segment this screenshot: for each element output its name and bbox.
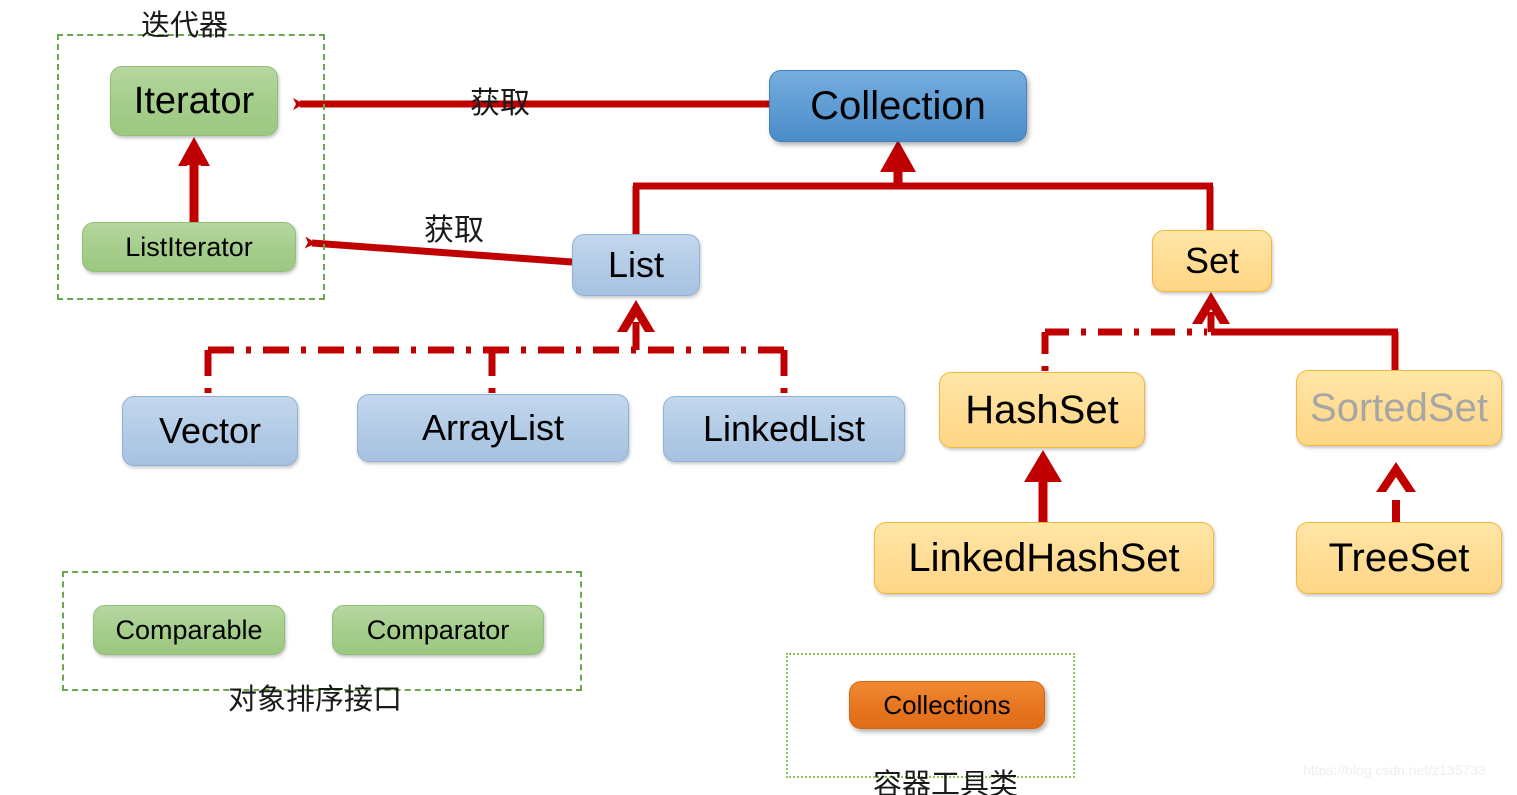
group-sorting-label: 对象排序接口 [228, 682, 403, 716]
edge-sortedset-to-set [1211, 328, 1399, 372]
group-iterator-label: 迭代器 [141, 8, 229, 42]
edge-label-collection-to-iterator: 获取 [470, 86, 530, 121]
edge-linkedhashset-to-hashset [1024, 450, 1062, 522]
edge-label-list-to-listiterator: 获取 [424, 213, 484, 248]
node-linked-hash-set[interactable]: LinkedHashSet [874, 522, 1214, 594]
node-collection-label: Collection [810, 83, 986, 128]
edge-treeset-to-sortedset [1376, 462, 1416, 522]
node-comparable[interactable]: Comparable [93, 605, 285, 655]
node-linked-list[interactable]: LinkedList [663, 396, 905, 462]
node-hash-set[interactable]: HashSet [939, 372, 1145, 448]
node-hash-set-label: HashSet [965, 387, 1119, 432]
watermark-text: https://blog.csdn.net/z135733 [1303, 762, 1486, 778]
node-comparable-label: Comparable [115, 614, 263, 645]
node-vector[interactable]: Vector [122, 396, 298, 466]
node-vector-label: Vector [158, 410, 262, 451]
edge-hashset-to-set [1041, 292, 1230, 374]
node-list[interactable]: List [572, 234, 700, 296]
node-sorted-set-label: SortedSet [1310, 385, 1488, 430]
node-set[interactable]: Set [1152, 230, 1272, 292]
edge-collection-bus [632, 140, 1214, 238]
node-collection[interactable]: Collection [769, 70, 1027, 142]
node-sorted-set[interactable]: SortedSet [1296, 370, 1502, 446]
node-comparator[interactable]: Comparator [332, 605, 544, 655]
node-list-iterator[interactable]: ListIterator [82, 222, 296, 272]
node-array-list[interactable]: ArrayList [357, 394, 629, 462]
node-linked-hash-set-label: LinkedHashSet [908, 535, 1180, 580]
node-comparator-label: Comparator [366, 614, 510, 645]
node-list-label: List [607, 244, 665, 285]
node-set-label: Set [1184, 240, 1240, 281]
edge-list-implementations-bus [204, 300, 788, 398]
node-collections[interactable]: Collections [849, 681, 1045, 729]
group-utility-label: 容器工具类 [873, 767, 1019, 795]
node-iterator[interactable]: Iterator [110, 66, 278, 136]
diagram-canvas: 迭代器 对象排序接口 容器工具类 Iterator ListIterator C… [0, 0, 1517, 795]
node-tree-set-label: TreeSet [1328, 535, 1470, 580]
node-array-list-label: ArrayList [421, 407, 565, 448]
node-collections-label: Collections [883, 689, 1011, 720]
node-linked-list-label: LinkedList [702, 408, 866, 449]
node-tree-set[interactable]: TreeSet [1296, 522, 1502, 594]
node-list-iterator-label: ListIterator [125, 231, 253, 262]
node-iterator-label: Iterator [133, 79, 255, 122]
